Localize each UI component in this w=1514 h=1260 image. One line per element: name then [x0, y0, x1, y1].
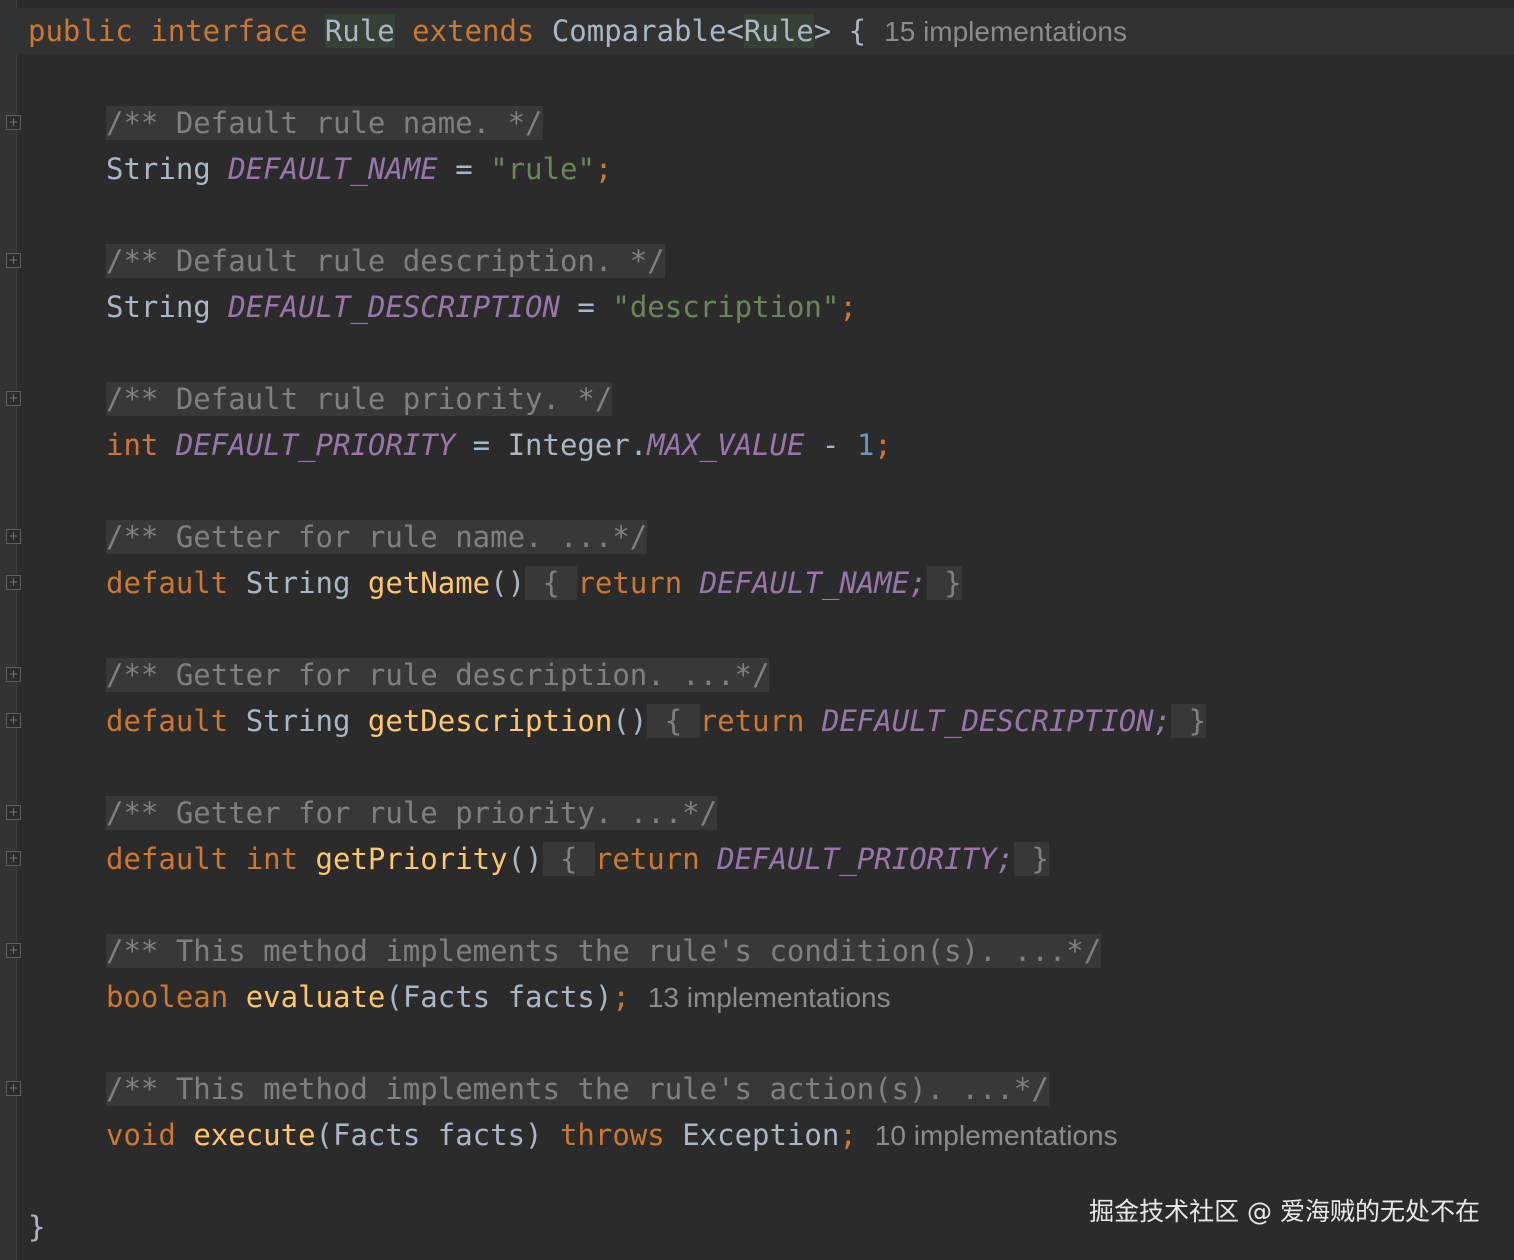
header-close: > {: [813, 14, 867, 48]
folded-close-brace[interactable]: }: [1013, 842, 1049, 876]
folded-open-brace[interactable]: {: [542, 842, 595, 876]
code-line-method[interactable]: boolean evaluate(Facts facts); 13 impleme…: [0, 974, 891, 1020]
keyword-default: default: [106, 842, 229, 876]
number-literal: 1: [856, 428, 875, 462]
assign-expression: = Integer.: [455, 428, 648, 462]
code-line-comment[interactable]: /** Getter for rule priority. ...*/: [0, 790, 718, 836]
interface-name[interactable]: Rule: [324, 14, 395, 48]
keyword-throws: throws: [559, 1118, 665, 1152]
field-type: int: [106, 428, 159, 462]
folded-close-brace[interactable]: }: [1171, 704, 1207, 738]
semicolon: ;: [839, 290, 857, 324]
code-line-method[interactable]: default int getPriority() { return DEFAU…: [0, 836, 1049, 882]
code-line-field[interactable]: String DEFAULT_NAME = "rule";: [0, 146, 612, 192]
code-line-method[interactable]: void execute(Facts facts) throws Excepti…: [0, 1112, 1118, 1158]
method-parens: (): [507, 842, 543, 876]
closing-brace: }: [28, 1210, 46, 1244]
code-line-comment[interactable]: /** This method implements the rule's co…: [0, 928, 1102, 974]
doc-comment: /** This method implements the rule's co…: [106, 934, 1102, 968]
code-line-comment[interactable]: /** Getter for rule name. ...*/: [0, 514, 648, 560]
assign-operator: =: [437, 152, 491, 186]
method-name[interactable]: evaluate: [246, 980, 386, 1014]
return-type: void: [106, 1118, 176, 1152]
code-line-interface-declaration[interactable]: public interface Rule extends Comparable…: [0, 8, 1127, 54]
return-type: int: [245, 842, 299, 876]
code-line-comment[interactable]: /** Default rule name. */: [0, 100, 543, 146]
return-value: DEFAULT_DESCRIPTION;: [821, 704, 1172, 738]
keyword-return: return: [699, 704, 805, 738]
method-parens: (): [612, 704, 648, 738]
return-type: boolean: [106, 980, 229, 1014]
field-name[interactable]: DEFAULT_PRIORITY: [176, 428, 455, 462]
implementations-hint[interactable]: 13 implementations: [648, 982, 891, 1013]
doc-comment: /** Getter for rule description. ...*/: [106, 658, 770, 692]
keyword-default: default: [106, 704, 229, 738]
implementations-hint[interactable]: 15 implementations: [884, 16, 1127, 47]
code-line-method[interactable]: default String getName() { return DEFAUL…: [0, 560, 962, 606]
string-literal: "description": [612, 290, 840, 324]
constant-reference[interactable]: MAX_VALUE: [647, 428, 804, 462]
generic-type[interactable]: Rule: [743, 14, 814, 48]
code-line-closing-brace[interactable]: }: [0, 1204, 45, 1250]
keyword-public: public: [28, 14, 133, 48]
method-parens: (): [490, 566, 526, 600]
code-line-comment[interactable]: /** Getter for rule description. ...*/: [0, 652, 770, 698]
semicolon: ;: [612, 980, 630, 1014]
code-line-comment[interactable]: /** This method implements the rule's ac…: [0, 1066, 1049, 1112]
doc-comment: /** Default rule name. */: [106, 106, 543, 140]
method-params: (Facts facts): [315, 1118, 560, 1152]
keyword-extends: extends: [412, 14, 535, 48]
field-name[interactable]: DEFAULT_DESCRIPTION: [228, 290, 560, 324]
code-line-method[interactable]: default String getDescription() { return…: [0, 698, 1207, 744]
return-type: String: [245, 704, 351, 738]
code-line-field[interactable]: int DEFAULT_PRIORITY = Integer.MAX_VALUE…: [0, 422, 892, 468]
keyword-default: default: [106, 566, 229, 600]
doc-comment: /** Default rule description. */: [106, 244, 665, 278]
folded-open-brace[interactable]: {: [647, 704, 700, 738]
keyword-interface: interface: [150, 14, 308, 48]
return-value: DEFAULT_PRIORITY;: [717, 842, 1014, 876]
code-line-comment[interactable]: /** Default rule description. */: [0, 238, 665, 284]
semicolon: ;: [839, 1118, 857, 1152]
code-line-comment[interactable]: /** Default rule priority. */: [0, 376, 613, 422]
implementations-hint[interactable]: 10 implementations: [875, 1120, 1118, 1151]
keyword-return: return: [594, 842, 700, 876]
code-line-field[interactable]: String DEFAULT_DESCRIPTION = "descriptio…: [0, 284, 857, 330]
method-name[interactable]: getPriority: [316, 842, 508, 876]
assign-operator: =: [559, 290, 613, 324]
minus-operator: -: [804, 428, 857, 462]
method-name[interactable]: getName: [368, 566, 490, 600]
exception-type[interactable]: Exception: [665, 1118, 839, 1152]
field-type: String: [106, 290, 211, 324]
return-type: String: [245, 566, 351, 600]
method-name[interactable]: getDescription: [368, 704, 612, 738]
method-name[interactable]: execute: [193, 1118, 315, 1152]
semicolon: ;: [594, 152, 613, 186]
folded-open-brace[interactable]: {: [525, 566, 578, 600]
doc-comment: /** This method implements the rule's ac…: [106, 1072, 1049, 1106]
watermark: 掘金技术社区 @ 爱海贼的无处不在: [1089, 1197, 1480, 1226]
code-editor[interactable]: + + + + + + + + + + + public interface R…: [0, 0, 1514, 1260]
doc-comment: /** Default rule priority. */: [106, 382, 613, 416]
method-params: (Facts facts): [385, 980, 613, 1014]
field-name[interactable]: DEFAULT_NAME: [228, 152, 438, 186]
semicolon: ;: [874, 428, 892, 462]
return-value: DEFAULT_NAME;: [699, 566, 927, 600]
keyword-return: return: [577, 566, 683, 600]
field-type: String: [106, 152, 211, 186]
folded-close-brace[interactable]: }: [926, 566, 962, 600]
string-literal: "rule": [490, 152, 595, 186]
doc-comment: /** Getter for rule priority. ...*/: [106, 796, 718, 830]
doc-comment: /** Getter for rule name. ...*/: [106, 520, 648, 554]
parent-type[interactable]: Comparable<: [552, 14, 744, 48]
